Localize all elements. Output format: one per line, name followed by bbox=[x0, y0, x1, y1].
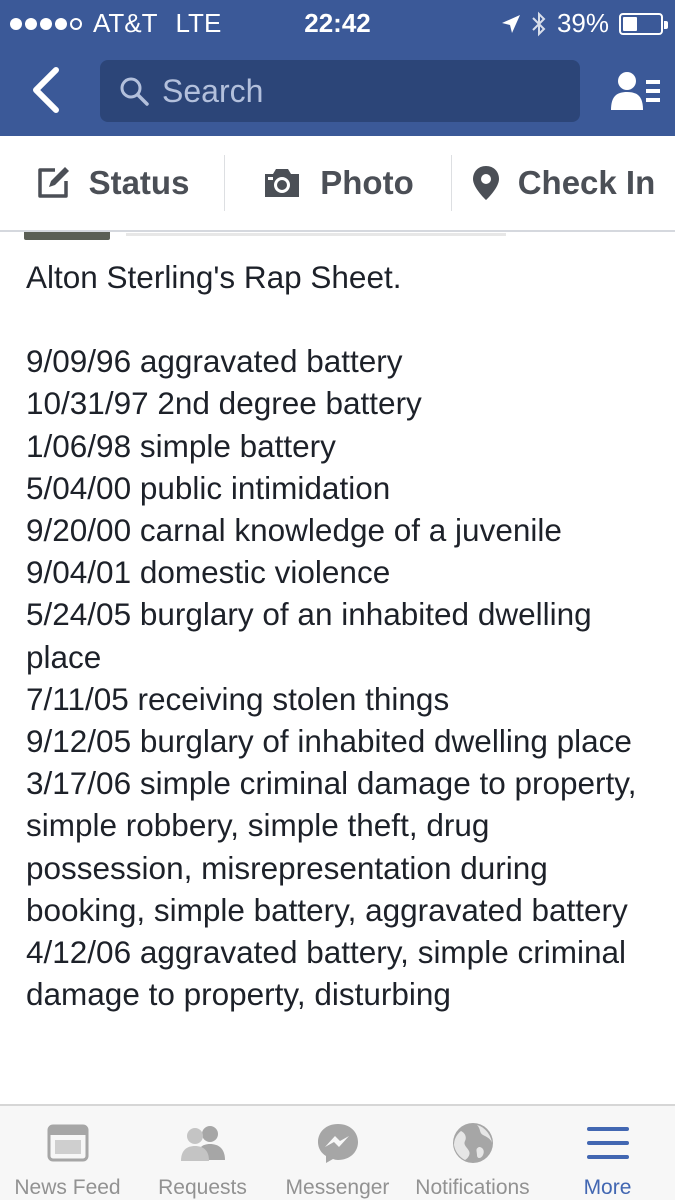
search-bar[interactable] bbox=[100, 60, 580, 122]
status-button-label: Status bbox=[88, 164, 190, 201]
navigation-bar bbox=[0, 46, 675, 136]
tab-label: Messenger bbox=[285, 1176, 390, 1199]
post-entry: 5/24/05 burglary of an inhabited dwellin… bbox=[26, 596, 592, 675]
post-entry: 1/06/98 simple battery bbox=[26, 427, 336, 464]
photo-button-label: Photo bbox=[320, 164, 414, 201]
news-feed-icon bbox=[47, 1124, 88, 1162]
requests-icon bbox=[180, 1126, 225, 1161]
tab-news-feed[interactable]: News Feed bbox=[0, 1106, 135, 1200]
menu-icon bbox=[586, 1127, 629, 1159]
location-pin-icon bbox=[472, 166, 499, 200]
tab-label: More bbox=[583, 1176, 632, 1199]
tab-requests[interactable]: Requests bbox=[135, 1106, 270, 1200]
tab-messenger[interactable]: Messenger bbox=[270, 1106, 405, 1200]
check-in-button[interactable]: Check In bbox=[452, 135, 675, 231]
battery-level bbox=[623, 16, 638, 31]
camera-icon bbox=[265, 169, 300, 197]
tab-notifications[interactable]: Notifications bbox=[405, 1106, 540, 1200]
post-entry: 5/04/00 public intimidation bbox=[26, 469, 391, 506]
status-button[interactable]: Status bbox=[0, 135, 224, 231]
post-entry: 10/31/97 2nd degree battery bbox=[26, 385, 422, 422]
author-avatar[interactable] bbox=[24, 232, 110, 240]
post-entry: 3/17/06 simple criminal damage to proper… bbox=[26, 765, 637, 928]
tab-label: Notifications bbox=[415, 1176, 530, 1199]
post-entry: 7/11/05 receiving stolen things bbox=[26, 680, 450, 717]
post-entry: 9/04/01 domestic violence bbox=[26, 554, 391, 591]
friend-list-icon[interactable] bbox=[611, 70, 661, 112]
search-icon bbox=[120, 77, 149, 106]
bluetooth-icon bbox=[532, 11, 546, 36]
tab-more[interactable]: More bbox=[540, 1106, 675, 1200]
status-bar: AT&T LTE 22:42 39% bbox=[0, 0, 675, 46]
tab-bar: News Feed Requests Messenger Notificatio… bbox=[0, 1104, 675, 1200]
post-entry: 9/20/00 carnal knowledge of a juvenile bbox=[26, 512, 562, 549]
post-title: Alton Sterling's Rap Sheet. bbox=[26, 259, 402, 295]
post-header-remnant bbox=[126, 233, 506, 236]
photo-button[interactable]: Photo bbox=[225, 135, 451, 231]
back-chevron-icon[interactable] bbox=[26, 66, 66, 114]
post-entry: 4/12/06 aggravated battery, simple crimi… bbox=[26, 934, 626, 1013]
battery-percent: 39% bbox=[556, 8, 609, 38]
status-right: 39% bbox=[491, 8, 668, 39]
check-in-button-label: Check In bbox=[517, 164, 656, 201]
post-entry: 9/09/96 aggravated battery bbox=[26, 343, 403, 380]
location-arrow-icon bbox=[501, 14, 520, 33]
post-body: Alton Sterling's Rap Sheet. 9/09/96 aggr… bbox=[26, 256, 656, 1015]
edit-icon bbox=[37, 167, 69, 198]
tab-label: Requests bbox=[158, 1176, 247, 1199]
messenger-icon bbox=[317, 1124, 358, 1163]
composer-bar: Status Photo Check In bbox=[0, 136, 675, 232]
globe-icon bbox=[452, 1123, 493, 1163]
post-entry: 9/12/05 burglary of inhabited dwelling p… bbox=[26, 723, 632, 760]
tab-label: News Feed bbox=[14, 1176, 121, 1199]
search-input[interactable] bbox=[162, 72, 562, 110]
battery-icon bbox=[619, 12, 668, 35]
